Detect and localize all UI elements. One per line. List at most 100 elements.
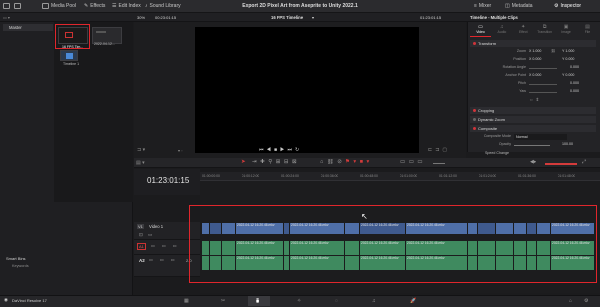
viewer-zoom[interactable]: 30% (137, 15, 145, 20)
color-page-icon[interactable]: ◌ (335, 298, 338, 304)
tab-effect[interactable]: ✦ Effect (513, 24, 534, 36)
track-name[interactable]: Video 1 (149, 224, 163, 229)
tab-transition[interactable]: ⧉ Transition (534, 24, 555, 36)
tab-audio[interactable]: ♫ Audio (491, 24, 512, 36)
section-enabled-dot[interactable] (473, 127, 476, 130)
ruler-tick-label: 01:01:12:00 (439, 174, 457, 178)
transform-section[interactable]: Transform (470, 40, 596, 47)
viewer-dropdown-icon[interactable]: ▾ ◦ (178, 148, 183, 153)
zoom-y-field[interactable]: Y 1.000 (562, 49, 574, 53)
section-enabled-dot[interactable] (473, 109, 476, 112)
inspector-row-position: Position X 0.000 Y 0.000 (513, 57, 575, 61)
timeline-viewer[interactable] (195, 27, 419, 153)
inspector-row-opacity: Opacity 100.00 (498, 142, 573, 146)
flip-buttons[interactable]: ⇔⇕ (529, 97, 541, 103)
zoom-x-field[interactable]: X 1.000 (529, 49, 541, 53)
opacity-field[interactable]: 100.00 (562, 142, 573, 146)
rotation-slider[interactable] (529, 68, 557, 69)
settings-icon[interactable]: ⚙ (584, 298, 588, 304)
inspector-row-anchor: Anchor Point X 0.000 Y 0.000 (505, 73, 575, 77)
viewer-options-icon[interactable]: ⊐ ▾ (137, 147, 145, 153)
app-logo-icon: ◉ (4, 297, 8, 302)
ruler-tick-label: 01:00:12:00 (241, 174, 260, 178)
inspector-button[interactable]: ⚙ Inspector (554, 3, 581, 9)
section-enabled-dot[interactable] (473, 118, 476, 121)
pitch-field[interactable]: 0.000 (570, 81, 579, 85)
tab-video[interactable]: ▭ Video (470, 24, 491, 36)
bin-list-toggle-icon[interactable]: ▭ ▾ (3, 15, 10, 20)
app-name: DaVinci Resolve 17 (12, 298, 47, 303)
media-item-label: 2022-04-12... (94, 42, 115, 46)
timeline-timecode: 01:23:01:15 (147, 176, 190, 185)
opacity-slider[interactable] (514, 145, 550, 146)
cropping-section[interactable]: Cropping (470, 107, 596, 114)
link-icon[interactable]: ⛓ (551, 49, 556, 53)
ruler-tick-label: 01:00:36:00 (320, 174, 339, 178)
v1-badge[interactable]: V1 (137, 224, 144, 229)
timeline-icon (66, 53, 73, 59)
track-controls[interactable]: ⊡ ▭ (139, 232, 154, 238)
record-timecode: 01:23:01:15 (420, 15, 442, 20)
source-timecode: 00:23:01:15 (155, 15, 177, 20)
timeline-view-options-icon[interactable]: ▤ ▾ (136, 160, 145, 166)
media-item-timeline1-thumb[interactable] (60, 50, 78, 61)
yaw-field[interactable]: 0.000 (570, 89, 579, 93)
edit-page-icon[interactable]: ⧯ (256, 298, 259, 304)
section-enabled-dot[interactable] (473, 42, 476, 45)
timeline-name[interactable]: 16 FPS Timeline (271, 15, 303, 20)
audio-level-icon[interactable]: ◀▸ (530, 159, 536, 165)
smart-bin-keywords[interactable]: Keywords (12, 264, 29, 268)
highlight-box (55, 24, 90, 49)
track-controls[interactable]: ▭ ▭ ▭ (149, 257, 178, 262)
viewer-right-controls[interactable]: ⊏⊐▢ (428, 147, 450, 153)
pitch-slider[interactable] (529, 84, 557, 85)
position-x-field[interactable]: X 0.000 (529, 57, 541, 61)
media-page-icon[interactable]: ▦ (184, 298, 189, 304)
transport-controls[interactable]: ⏮◀■▶⏭↻ (259, 147, 302, 153)
inspector-row-rotation: Rotation Angle 0.000 (502, 65, 579, 69)
inspector-row-yaw: Yaw 0.000 (519, 89, 579, 93)
timeline-dropdown-icon[interactable]: ▾ (312, 15, 314, 20)
a1-badge[interactable]: A1 (137, 243, 146, 250)
bin-master[interactable]: Master (3, 24, 53, 31)
fairlight-page-icon[interactable]: ♫ (372, 298, 376, 304)
tab-image[interactable]: ▣ Image (556, 24, 577, 36)
highlight-box (189, 205, 597, 283)
fusion-page-icon[interactable]: ✧ (297, 298, 301, 304)
snap-link-tools[interactable]: ⌂⛓⊘ (320, 159, 345, 165)
mouse-cursor-icon: ↖ (361, 212, 368, 221)
metadata-button[interactable]: ◫ Metadata (505, 3, 533, 9)
track-controls[interactable]: ▭ ▭ ▭ (151, 243, 180, 248)
anchor-y-field[interactable]: Y 0.000 (562, 73, 574, 77)
ruler-tick-label: 01:00:48:00 (360, 174, 378, 178)
metadata-icon: ◫ (505, 3, 510, 9)
inspector-panel-title: Timeline - Multiple Clips (470, 15, 518, 20)
composite-mode-select[interactable]: Normal (514, 134, 567, 140)
a2-label: A2 (139, 258, 145, 263)
mixer-button[interactable]: ≡ Mixer (474, 3, 491, 9)
dynamic-zoom-section[interactable]: Dynamic Zoom (470, 116, 596, 123)
volume-slider[interactable] (545, 163, 577, 165)
inspector-icon: ⚙ (554, 3, 559, 9)
timeline-zoom-slider[interactable] (433, 163, 445, 164)
inspector-row-composite-mode: Composite Mode Normal (467, 134, 600, 142)
composite-section[interactable]: Composite (470, 125, 596, 132)
flag-marker-tools[interactable]: ⚑▾■▾ (345, 159, 373, 165)
cut-page-icon[interactable]: ✂ (221, 298, 225, 304)
edit-tools[interactable]: ⇥✚⚲⊞⊟⊠ (252, 159, 300, 165)
position-y-field[interactable]: Y 0.000 (562, 57, 574, 61)
selection-tool-icon[interactable]: ➤ (241, 159, 246, 165)
zoom-tools[interactable]: ▭▭▭ (400, 159, 426, 165)
anchor-x-field[interactable]: X 0.000 (529, 73, 541, 77)
rotation-field[interactable]: 0.000 (570, 65, 579, 69)
deliver-page-icon[interactable]: 🚀 (410, 298, 416, 304)
ruler-tick-label: 01:01:36:00 (518, 174, 536, 178)
home-icon[interactable]: ⌂ (569, 298, 572, 304)
yaw-slider[interactable] (529, 92, 557, 93)
top-toolbar: Media Pool ✎ Effects ☰ Edit Index ♪ Soun… (0, 0, 600, 13)
tab-file[interactable]: ▤ File (577, 24, 598, 36)
active-tab-indicator (470, 36, 491, 37)
fullscreen-icon[interactable]: ⤢ (582, 159, 586, 165)
ruler-tick-label: 01:00:24:00 (281, 174, 299, 178)
speed-change-section[interactable]: Speed Change (485, 151, 509, 155)
